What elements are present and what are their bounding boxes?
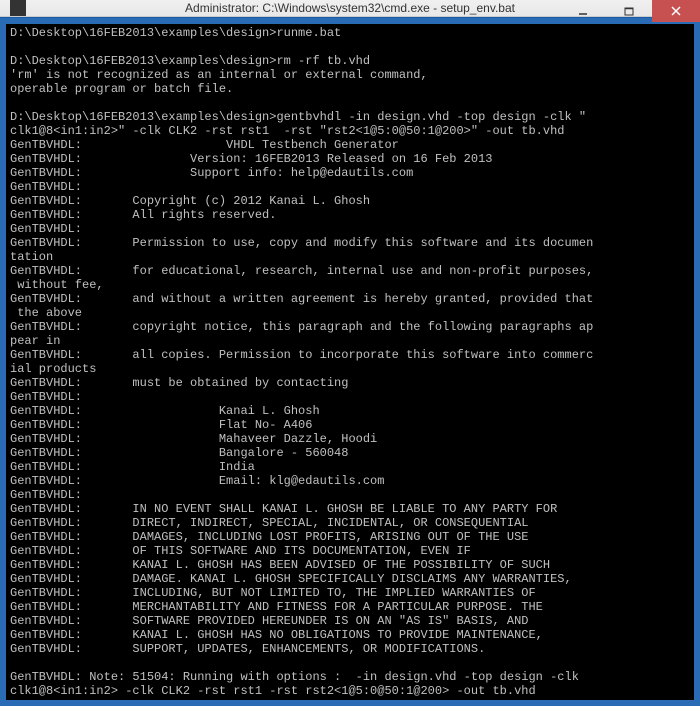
cmd-window: Administrator: C:\Windows\system32\cmd.e… <box>0 0 700 687</box>
console-line: D:\Desktop\16FEB2013\examples\design>gen… <box>10 110 690 124</box>
console-line: GenTBVHDL: VHDL Testbench Generator <box>10 138 690 152</box>
console-line: GenTBVHDL: India <box>10 460 690 474</box>
maximize-icon <box>624 6 634 16</box>
cmd-icon <box>10 0 26 16</box>
console-line: 'rm' is not recognized as an internal or… <box>10 68 690 82</box>
console-line: D:\Desktop\16FEB2013\examples\design>run… <box>10 26 690 40</box>
console-line: GenTBVHDL: Note: 51504: Running with opt… <box>10 670 690 684</box>
console-output[interactable]: D:\Desktop\16FEB2013\examples\design>run… <box>6 24 694 700</box>
console-line: GenTBVHDL: Kanai L. Ghosh <box>10 404 690 418</box>
console-line: GenTBVHDL: must be obtained by contactin… <box>10 376 690 390</box>
console-line: GenTBVHDL: Copyright (c) 2012 Kanai L. G… <box>10 194 690 208</box>
console-line: GenTBVHDL: All rights reserved. <box>10 208 690 222</box>
minimize-button[interactable] <box>560 0 606 22</box>
console-line: GenTBVHDL: Support info: help@edautils.c… <box>10 166 690 180</box>
console-line: GenTBVHDL: copyright notice, this paragr… <box>10 320 690 334</box>
console-line: GenTBVHDL: OF THIS SOFTWARE AND ITS DOCU… <box>10 544 690 558</box>
console-line: GenTBVHDL: <box>10 180 690 194</box>
console-line: GenTBVHDL: <box>10 488 690 502</box>
console-line: GenTBVHDL: and without a written agreeme… <box>10 292 690 306</box>
console-line: GenTBVHDL: DAMAGE. KANAI L. GHOSH SPECIF… <box>10 572 690 586</box>
close-icon <box>671 6 681 16</box>
console-line: GenTBVHDL: all copies. Permission to inc… <box>10 348 690 362</box>
minimize-icon <box>578 6 588 16</box>
console-line: GenTBVHDL: KANAI L. GHOSH HAS BEEN ADVIS… <box>10 558 690 572</box>
console-frame: D:\Desktop\16FEB2013\examples\design>run… <box>0 17 700 706</box>
console-line: GenTBVHDL: DIRECT, INDIRECT, SPECIAL, IN… <box>10 516 690 530</box>
console-line: GenTBVHDL: for educational, research, in… <box>10 264 690 278</box>
console-line: GenTBVHDL: MERCHANTABILITY AND FITNESS F… <box>10 600 690 614</box>
console-line <box>10 656 690 670</box>
console-line: clk1@8<in1:in2>" -clk CLK2 -rst rst1 -rs… <box>10 124 690 138</box>
console-line: clk1@8<in1:in2> -clk CLK2 -rst rst1 -rst… <box>10 684 690 698</box>
console-line <box>10 40 690 54</box>
window-controls <box>560 0 700 22</box>
console-line: GenTBVHDL: KANAI L. GHOSH HAS NO OBLIGAT… <box>10 628 690 642</box>
console-line: GenTBVHDL: Flat No- A406 <box>10 418 690 432</box>
console-line: operable program or batch file. <box>10 82 690 96</box>
titlebar[interactable]: Administrator: C:\Windows\system32\cmd.e… <box>0 0 700 17</box>
console-line: GenTBVHDL: <box>10 222 690 236</box>
console-line: GenTBVHDL: SOFTWARE PROVIDED HEREUNDER I… <box>10 614 690 628</box>
console-line: the above <box>10 306 690 320</box>
console-line: ial products <box>10 362 690 376</box>
console-line: GenTBVHDL: Permission to use, copy and m… <box>10 236 690 250</box>
console-line: GenTBVHDL: Mahaveer Dazzle, Hoodi <box>10 432 690 446</box>
console-line <box>10 96 690 110</box>
console-line: pear in <box>10 334 690 348</box>
maximize-button[interactable] <box>606 0 652 22</box>
console-line: GenTBVHDL: Bangalore - 560048 <box>10 446 690 460</box>
console-line: GenTBVHDL: SUPPORT, UPDATES, ENHANCEMENT… <box>10 642 690 656</box>
console-line: GenTBVHDL: <box>10 390 690 404</box>
console-line: GenTBVHDL: IN NO EVENT SHALL KANAI L. GH… <box>10 502 690 516</box>
close-button[interactable] <box>652 0 700 22</box>
console-line: GenTBVHDL: Version: 16FEB2013 Released o… <box>10 152 690 166</box>
console-line: GenTBVHDL: INCLUDING, BUT NOT LIMITED TO… <box>10 586 690 600</box>
console-line: D:\Desktop\16FEB2013\examples\design>rm … <box>10 54 690 68</box>
console-line: without fee, <box>10 278 690 292</box>
console-line: GenTBVHDL: Email: klg@edautils.com <box>10 474 690 488</box>
console-line: tation <box>10 250 690 264</box>
console-line: GenTBVHDL: DAMAGES, INCLUDING LOST PROFI… <box>10 530 690 544</box>
